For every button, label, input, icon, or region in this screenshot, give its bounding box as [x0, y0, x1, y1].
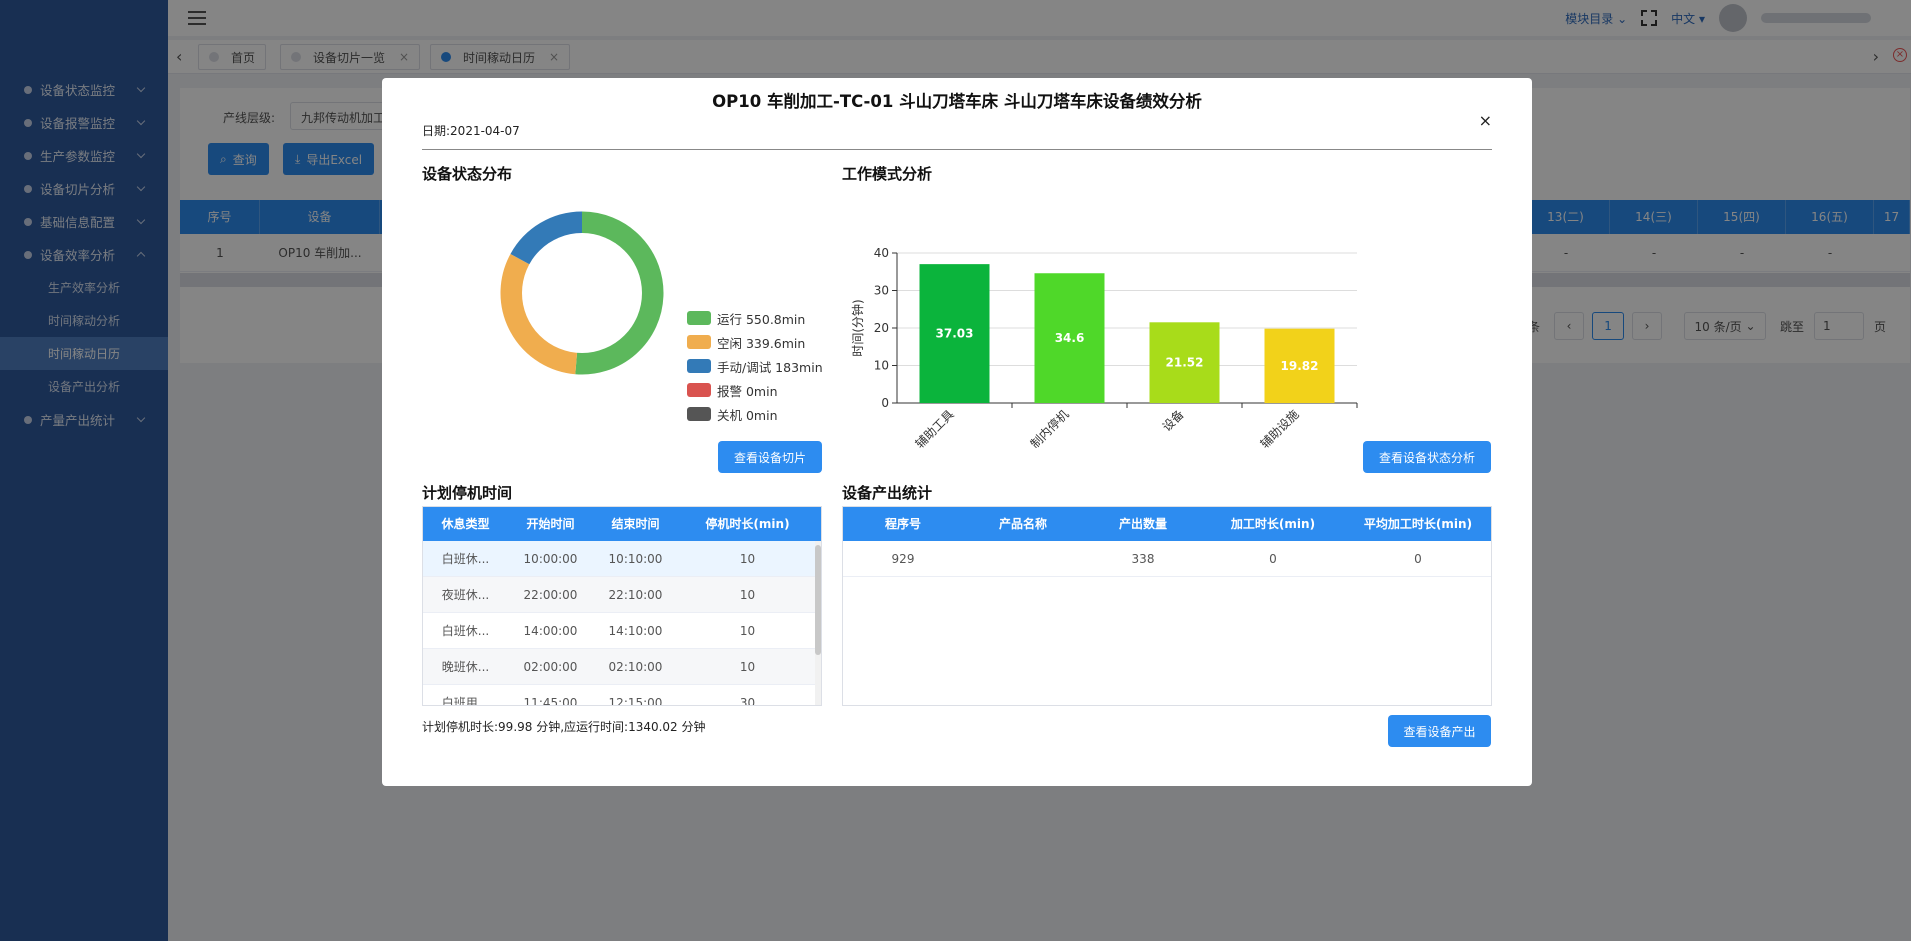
- table-row[interactable]: 白班休... 14:00:00 14:10:00 10: [423, 613, 821, 649]
- table-cell: 晚班休...: [441, 660, 490, 674]
- table-cell: 929: [891, 552, 915, 566]
- table-scroll-thumb[interactable]: [815, 545, 821, 655]
- table-cell: 10: [739, 660, 756, 674]
- work-mode-section-title: 工作模式分析: [842, 165, 933, 183]
- table-cell: 白班休...: [441, 624, 490, 638]
- performance-analysis-modal: OP10 车削加工-TC-01 斗山刀塔车床 斗山刀塔车床设备绩效分析 日期:2…: [382, 78, 1532, 786]
- table-cell: 30: [739, 696, 756, 706]
- table-cell: 10:10:00: [608, 552, 663, 566]
- table-cell: 22:10:00: [608, 588, 663, 602]
- legend-item[interactable]: 手动/调试 183min: [687, 354, 823, 378]
- plan-stop-footnote: 计划停机时长:99.98 分钟,应运行时间:1340.02 分钟: [422, 720, 706, 734]
- view-device-slice-button[interactable]: 查看设备切片: [718, 441, 822, 473]
- table-header-cell: 开始时间: [526, 517, 575, 531]
- bar-data-label: 21.52: [1166, 356, 1204, 370]
- status-legend: 运行 550.8min 空闲 339.6min 手动/调试 183min 报警 0mi…: [687, 306, 823, 426]
- table-cell: 10: [739, 588, 756, 602]
- table-cell: [963, 541, 1083, 577]
- table-header-cell: 产出数量: [1118, 517, 1167, 531]
- table-row[interactable]: 白班休... 10:00:00 10:10:00 10: [423, 541, 821, 577]
- y-tick-label: 10: [874, 359, 889, 373]
- table-cell: 14:00:00: [523, 624, 578, 638]
- legend-label: 报警 0min: [717, 383, 778, 399]
- view-device-status-button[interactable]: 查看设备状态分析: [1363, 441, 1491, 473]
- bar-data-label: 19.82: [1281, 359, 1319, 373]
- table-row[interactable]: 929 338 0 0: [843, 541, 1491, 577]
- x-tick-label: 设备: [1160, 407, 1187, 434]
- table-row[interactable]: 白班用... 11:45:00 12:15:00 30: [423, 685, 821, 706]
- view-device-output-button[interactable]: 查看设备产出: [1388, 715, 1491, 747]
- table-cell: 12:15:00: [608, 696, 663, 706]
- table-cell: 白班用...: [441, 696, 490, 706]
- table-cell: 02:10:00: [608, 660, 663, 674]
- legend-item[interactable]: 报警 0min: [687, 378, 823, 402]
- status-section-title: 设备状态分布: [422, 165, 513, 183]
- table-cell: 22:00:00: [523, 588, 578, 602]
- table-cell: 14:10:00: [608, 624, 663, 638]
- table-header-cell: 加工时长(min): [1230, 517, 1316, 531]
- y-tick-label: 20: [874, 321, 889, 335]
- plan-stop-section-title: 计划停机时间: [422, 484, 513, 502]
- y-tick-label: 30: [874, 284, 889, 298]
- output-section-title: 设备产出统计: [842, 484, 933, 502]
- table-cell: 338: [1131, 552, 1155, 566]
- table-header-cell: 停机时长(min): [705, 517, 790, 531]
- x-tick-label: 制内停机: [1027, 407, 1072, 448]
- close-icon[interactable]: ×: [1479, 111, 1492, 130]
- table-cell: 02:00:00: [523, 660, 578, 674]
- output-table: 程序号 产品名称 产出数量 加工时长(min) 平均加工时长(min) 929 …: [842, 506, 1492, 706]
- table-cell: 10: [739, 624, 756, 638]
- legend-item[interactable]: 运行 550.8min: [687, 306, 823, 330]
- legend-swatch: [687, 383, 711, 397]
- table-row[interactable]: 夜班休... 22:00:00 22:10:00 10: [423, 577, 821, 613]
- work-mode-bar-chart: 0 10 20 30 40 时间(分钟) 37.03 辅助工具 34.6 制内停机 21.52 设备 1…: [850, 246, 1358, 448]
- table-cell: 0: [1269, 552, 1277, 566]
- table-header-cell: 产品名称: [998, 517, 1047, 531]
- table-header: 程序号 产品名称 产出数量 加工时长(min) 平均加工时长(min): [843, 507, 1491, 541]
- y-tick-label: 0: [881, 396, 889, 410]
- y-tick-label: 40: [874, 246, 889, 260]
- table-cell: 夜班休...: [441, 588, 490, 602]
- legend-label: 运行 550.8min: [717, 311, 806, 327]
- table-header-cell: 结束时间: [611, 517, 660, 531]
- table-header-cell: 休息类型: [441, 517, 490, 531]
- table-header-cell: 程序号: [884, 517, 921, 531]
- date-label: 日期:: [422, 124, 451, 138]
- legend-swatch: [687, 335, 711, 349]
- plan-stop-table: 休息类型 开始时间 结束时间 停机时长(min) 白班休... 10:00:00…: [422, 506, 822, 706]
- status-donut-chart: [500, 211, 664, 375]
- legend-item[interactable]: 空闲 339.6min: [687, 330, 823, 354]
- donut-hole: [522, 233, 642, 353]
- table-cell: 0: [1414, 552, 1422, 566]
- table-cell: 白班休...: [441, 552, 490, 566]
- legend-swatch: [687, 311, 711, 325]
- table-cell: 10: [739, 552, 756, 566]
- modal-date: 日期:2021-04-07: [422, 122, 520, 139]
- legend-label: 空闲 339.6min: [717, 335, 806, 351]
- table-header-cell: 平均加工时长(min): [1363, 517, 1473, 531]
- legend-swatch: [687, 407, 711, 421]
- title-divider: [422, 149, 1492, 150]
- legend-swatch: [687, 359, 711, 373]
- legend-item[interactable]: 关机 0min: [687, 402, 823, 426]
- legend-label: 关机 0min: [717, 407, 778, 423]
- table-header: 休息类型 开始时间 结束时间 停机时长(min): [423, 507, 821, 541]
- table-row[interactable]: 晚班休... 02:00:00 02:10:00 10: [423, 649, 821, 685]
- x-tick-label: 辅助工具: [913, 407, 957, 448]
- bar-data-label: 37.03: [936, 327, 974, 341]
- y-axis-label: 时间(分钟): [850, 299, 865, 356]
- date-value: 2021-04-07: [450, 124, 520, 138]
- x-tick-label: 辅助设施: [1258, 407, 1302, 448]
- table-cell: 11:45:00: [523, 696, 578, 706]
- modal-title: OP10 车削加工-TC-01 斗山刀塔车床 斗山刀塔车床设备绩效分析: [712, 92, 1202, 111]
- table-cell: 10:00:00: [523, 552, 578, 566]
- bar-data-label: 34.6: [1055, 331, 1085, 345]
- legend-label: 手动/调试 183min: [717, 359, 823, 375]
